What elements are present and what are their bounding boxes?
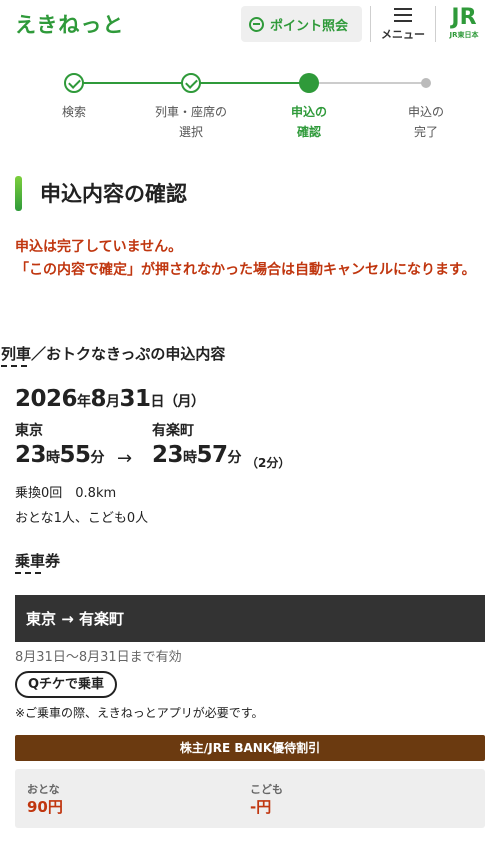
- discount-type: 株主/JRE BANK優待割引: [15, 735, 485, 761]
- step-confirm-label: 申込の 確認: [290, 105, 327, 139]
- ticket-validity: 8月31日〜8月31日まで有効: [15, 650, 182, 665]
- points-icon: [249, 16, 264, 32]
- step-search-check-icon: [64, 73, 84, 93]
- jr-mark: JR: [451, 5, 477, 30]
- step-complete-label: 申込の 完了: [407, 105, 444, 139]
- passenger-count: おとな1人、こども0人: [15, 511, 149, 526]
- ticket-section-heading: 乗車券: [15, 552, 61, 570]
- warning-line-2: 「この内容で確定」が押されなかった場合は自動キャンセルになります。: [15, 262, 476, 278]
- title-accent-bar: [15, 176, 22, 211]
- step-search-label: 検索: [61, 105, 86, 119]
- header-divider: [370, 6, 371, 42]
- jr-east-label: JR東日本: [449, 31, 479, 39]
- heading-underline: [15, 572, 43, 574]
- transfer-distance: 乗換0回 0.8km: [15, 486, 117, 501]
- departure-time: 23時55分: [15, 442, 105, 468]
- points-inquiry-label: ポイント照会: [270, 18, 349, 34]
- points-inquiry-button[interactable]: ポイント照会: [241, 6, 362, 42]
- adult-fare-value: 90円: [27, 798, 63, 816]
- heading-underline: [1, 365, 29, 367]
- page-title: 申込内容の確認: [40, 182, 187, 206]
- app-required-note: ※ご乗車の際、えきねっとアプリが必要です。: [15, 706, 264, 720]
- menu-label: メニュー: [381, 28, 425, 41]
- menu-button[interactable]: メニュー: [376, 4, 430, 44]
- child-fare-label: こども: [250, 783, 283, 796]
- step-confirm-dot: [299, 73, 319, 93]
- warning-line-1: 申込は完了していません。: [15, 239, 183, 255]
- arrival-station: 有楽町: [152, 423, 194, 439]
- step-complete-dot: [421, 78, 431, 88]
- trip-section-heading: 列車／おトクなきっぷの申込内容: [1, 345, 226, 363]
- ekinet-logo[interactable]: えきねっと: [15, 9, 124, 39]
- child-fare-value: -円: [250, 798, 272, 816]
- travel-date: 2026年8月31日（月）: [15, 386, 205, 412]
- header: えきねっと ポイント照会 メニュー JR JR東日本: [0, 0, 500, 48]
- arrival-time: 23時57分: [152, 442, 242, 468]
- q-ticket-badge: Qチケで乗車: [15, 671, 118, 698]
- header-divider: [435, 6, 436, 42]
- adult-fare-label: おとな: [27, 783, 60, 796]
- incomplete-warning: 申込は完了していません。 「この内容で確定」が押されなかった場合は自動キャンセル…: [15, 236, 485, 282]
- jr-east-logo[interactable]: JR JR東日本: [443, 6, 485, 42]
- departure-station: 東京: [15, 423, 43, 439]
- stepper-line-todo: [309, 82, 426, 84]
- arrow-right-icon: →: [117, 448, 133, 469]
- step-select-check-icon: [181, 73, 201, 93]
- ticket-route: 東京 → 有楽町: [15, 595, 485, 642]
- travel-duration: （2分）: [246, 456, 291, 470]
- step-select-label: 列車・座席の 選択: [154, 105, 227, 139]
- progress-stepper: 検索 列車・座席の 選択 申込の 確認 申込の 完了: [0, 72, 500, 142]
- fare-box: おとな 90円 こども -円: [15, 769, 485, 828]
- hamburger-icon: [394, 8, 412, 22]
